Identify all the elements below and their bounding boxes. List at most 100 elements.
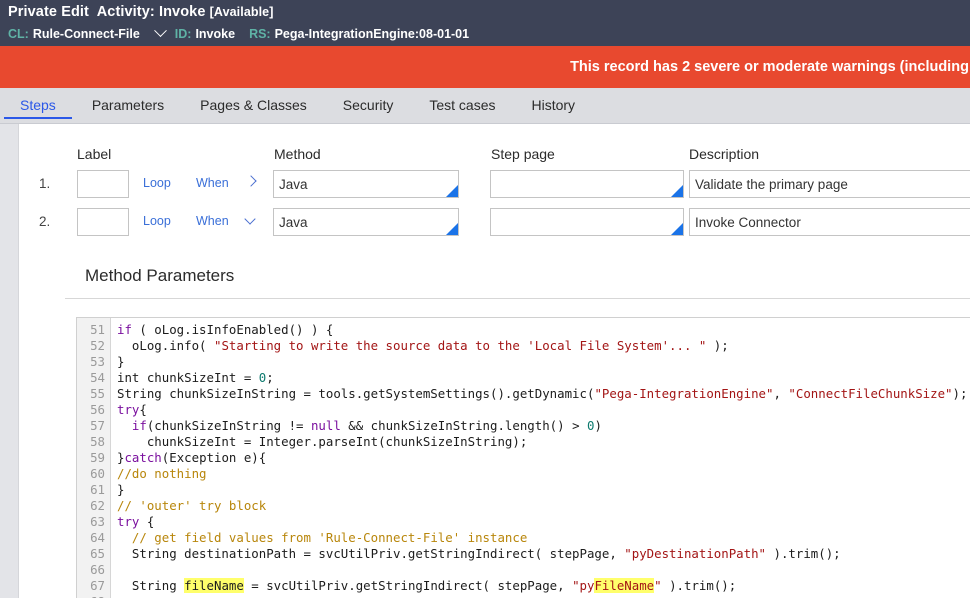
when-link[interactable]: When <box>196 176 229 190</box>
code-line: } <box>117 482 970 498</box>
warning-banner: This record has 2 severe or moderate war… <box>0 46 970 88</box>
code-token: String chunkSizeInString = tools.getSyst… <box>117 386 595 401</box>
record-type-label: Activity: Invoke <box>96 4 206 20</box>
application-window: Private Edit Activity: Invoke [Available… <box>0 0 970 610</box>
line-number: 65 <box>90 546 105 561</box>
code-token: " <box>654 578 662 593</box>
method-field[interactable] <box>273 170 459 198</box>
line-number: 61 <box>90 482 105 497</box>
step-page-input[interactable] <box>491 209 683 235</box>
row-number: 1. <box>39 176 51 191</box>
record-header: Private Edit Activity: Invoke [Available… <box>0 0 970 46</box>
chevron-down-icon[interactable] <box>244 213 259 227</box>
availability-badge: [Available] <box>209 5 274 19</box>
code-token: ).trim(); <box>661 578 737 593</box>
row-number: 2. <box>39 214 51 229</box>
loop-link[interactable]: Loop <box>143 176 171 190</box>
line-number: 68 <box>83 594 105 598</box>
code-line: oLog.info( "Starting to write the source… <box>117 338 970 354</box>
code-line: // get field values from 'Rule-Connect-F… <box>117 530 970 546</box>
code-line: }catch(Exception e){ <box>117 450 970 466</box>
column-header-method: Method <box>274 146 321 162</box>
tab-test-cases[interactable]: Test cases <box>411 88 513 123</box>
private-edit-label: Private Edit <box>8 4 89 20</box>
line-number: 58 <box>90 434 105 449</box>
code-token: "Pega-IntegrationEngine" <box>594 386 774 401</box>
code-token: { <box>139 402 147 417</box>
code-token: null <box>310 418 341 433</box>
code-token: { <box>139 514 155 529</box>
method-field[interactable] <box>273 208 459 236</box>
step-page-field[interactable] <box>490 208 684 236</box>
loop-link[interactable]: Loop <box>143 214 171 228</box>
chevron-right-icon[interactable] <box>245 175 260 189</box>
code-token: //do nothing <box>117 466 207 481</box>
code-token: FileName <box>594 578 655 593</box>
line-number: 55 <box>90 386 105 401</box>
line-number-gutter: 515253545556575859606162636465666768 <box>77 318 111 598</box>
code-line: String chunkSizeInString = tools.getSyst… <box>117 386 970 402</box>
code-token: if <box>131 418 147 433</box>
line-number: 60 <box>90 466 105 481</box>
code-line: if(chunkSizeInString != null && chunkSiz… <box>117 418 970 434</box>
code-token: "pyDestinationPath" <box>624 546 767 561</box>
code-text-area[interactable]: if ( oLog.isInfoEnabled() ) { oLog.info(… <box>111 318 970 598</box>
step-page-input[interactable] <box>491 171 683 197</box>
code-token: String <box>117 578 185 593</box>
method-parameters-title: Method Parameters <box>85 266 235 285</box>
class-value[interactable]: Rule-Connect-File <box>33 27 140 41</box>
method-input[interactable] <box>274 209 458 235</box>
column-header-step-page: Step page <box>491 146 555 162</box>
when-link[interactable]: When <box>196 214 229 228</box>
label-input[interactable] <box>78 171 128 197</box>
divider <box>65 298 970 299</box>
code-token: chunkSizeInt = Integer.parseInt(chunkSiz… <box>117 434 528 449</box>
code-line: String fileName = svcUtilPriv.getStringI… <box>117 578 970 594</box>
code-line: chunkSizeInt = Integer.parseInt(chunkSiz… <box>117 434 970 450</box>
code-token: ( oLog.isInfoEnabled() ) { <box>131 322 334 337</box>
label-field[interactable] <box>77 208 129 236</box>
code-line: try { <box>117 514 970 530</box>
steps-column-headers: Label Method Step page Description <box>19 146 970 168</box>
tab-security[interactable]: Security <box>325 88 412 123</box>
line-number: 66 <box>90 562 105 577</box>
line-number: 56 <box>90 402 105 417</box>
code-line: int chunkSizeInt = 0; <box>117 370 970 386</box>
column-header-label: Label <box>77 146 112 162</box>
code-token: ; <box>266 370 274 385</box>
code-token: "Starting to write the source data to th… <box>213 338 707 353</box>
tab-parameters[interactable]: Parameters <box>74 88 182 123</box>
tab-history[interactable]: History <box>514 88 594 123</box>
code-token: , <box>773 386 789 401</box>
steps-panel: Label Method Step page Description 1. Lo… <box>18 124 970 598</box>
tab-steps[interactable]: Steps <box>2 88 74 123</box>
description-field[interactable] <box>689 170 970 198</box>
description-input[interactable] <box>690 209 970 235</box>
line-number: 62 <box>90 498 105 513</box>
tab-pages-classes[interactable]: Pages & Classes <box>182 88 325 123</box>
line-number: 54 <box>90 370 105 385</box>
code-token: (Exception e){ <box>161 450 267 465</box>
code-line: } <box>117 354 970 370</box>
chevron-down-icon[interactable] <box>153 24 167 38</box>
record-title-line: Private Edit Activity: Invoke [Available… <box>4 3 970 22</box>
label-input[interactable] <box>78 209 128 235</box>
code-token: String destinationPath = svcUtilPriv.get… <box>117 546 625 561</box>
code-token: ); <box>952 386 968 401</box>
line-number: 67 <box>90 578 105 593</box>
description-input[interactable] <box>690 171 970 197</box>
method-input[interactable] <box>274 171 458 197</box>
code-token: catch <box>124 450 162 465</box>
table-row: 1. Loop When <box>19 168 970 206</box>
label-field[interactable] <box>77 170 129 198</box>
code-token: } <box>117 354 125 369</box>
step-page-field[interactable] <box>490 170 684 198</box>
description-field[interactable] <box>689 208 970 236</box>
class-label: CL: <box>8 27 29 41</box>
java-code-editor[interactable]: 515253545556575859606162636465666768 if … <box>76 317 970 598</box>
code-token: ); <box>706 338 729 353</box>
code-token: "py <box>572 578 595 593</box>
